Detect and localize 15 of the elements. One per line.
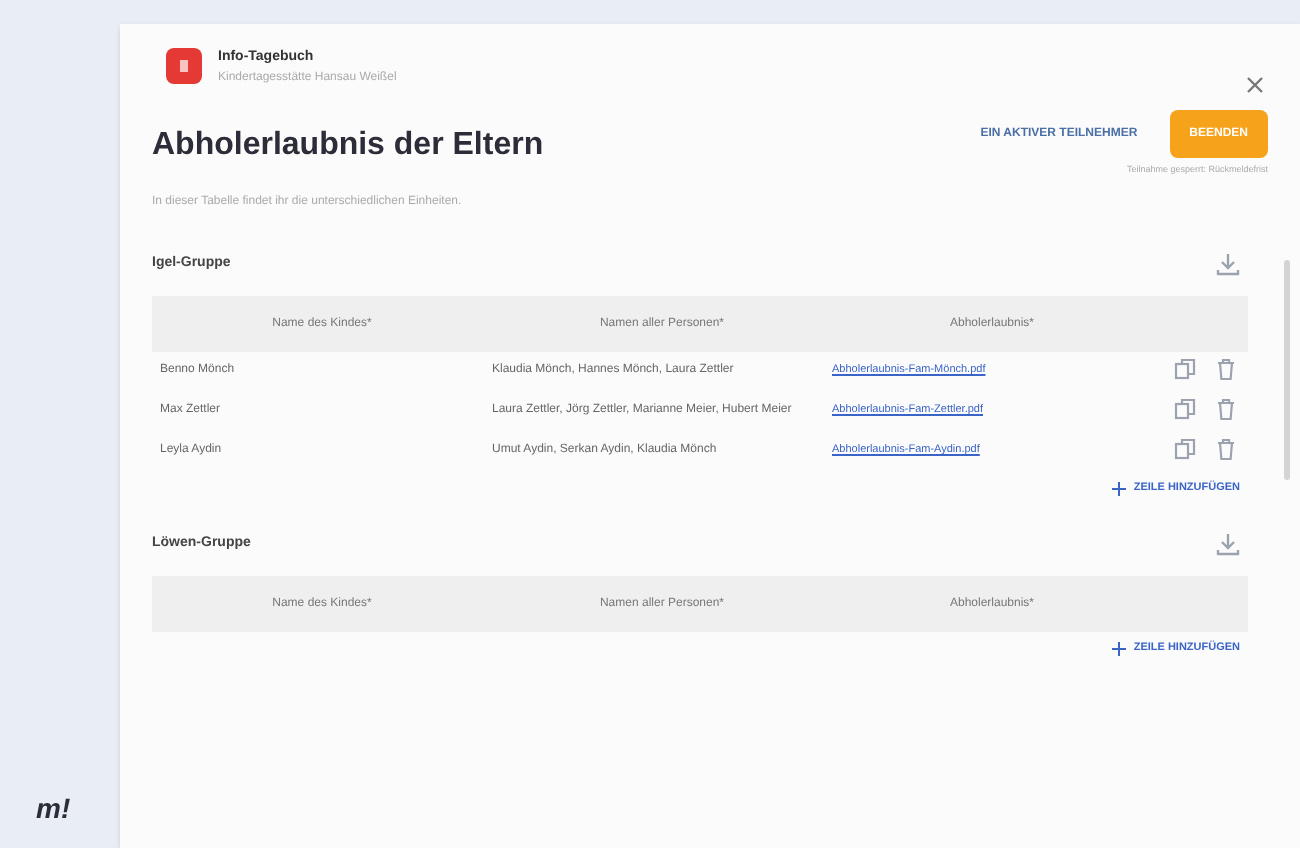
app-logo-icon <box>166 48 202 84</box>
copy-icon[interactable] <box>1174 358 1196 380</box>
page-title: Abholerlaubnis der Eltern <box>152 126 544 166</box>
close-icon[interactable] <box>1246 76 1264 94</box>
trash-icon[interactable] <box>1216 358 1236 380</box>
scrollbar[interactable] <box>1284 260 1290 480</box>
download-icon[interactable] <box>1216 532 1240 557</box>
copy-icon[interactable] <box>1174 438 1196 460</box>
brand-logo: m! <box>36 790 71 828</box>
trash-icon[interactable] <box>1216 438 1236 460</box>
copy-icon[interactable] <box>1174 398 1196 420</box>
trash-icon[interactable] <box>1216 398 1236 420</box>
plus-icon <box>1111 481 1126 496</box>
plus-icon <box>1111 641 1126 656</box>
download-icon[interactable] <box>1216 252 1240 276</box>
